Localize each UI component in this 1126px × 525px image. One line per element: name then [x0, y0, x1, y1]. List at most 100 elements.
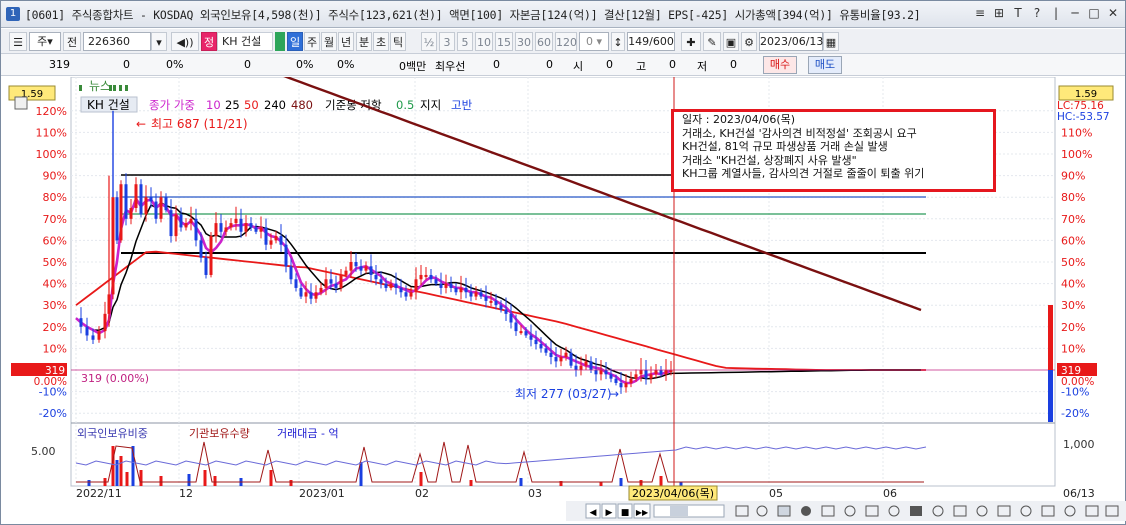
- interval-60[interactable]: 60: [535, 32, 553, 51]
- tool-draw-icon[interactable]: ✎: [703, 32, 721, 51]
- menu-icon[interactable]: ≡: [972, 5, 988, 22]
- right-badge-text: 1.59: [1075, 89, 1097, 100]
- volume-bar: [139, 470, 143, 486]
- news-marker: [79, 85, 82, 91]
- interval-5[interactable]: 5: [457, 32, 473, 51]
- stepper-icon[interactable]: ↕: [611, 32, 625, 51]
- grid-toggle-icon[interactable]: [14, 96, 28, 110]
- right-tick-label: 10%: [1061, 342, 1085, 355]
- candle-body: [519, 331, 523, 334]
- jeon-button[interactable]: 전: [63, 32, 81, 51]
- nav-first-label: ◀: [590, 508, 597, 518]
- code-search-icon[interactable]: ▾: [151, 32, 167, 51]
- news-label[interactable]: 뉴스: [89, 79, 111, 93]
- vol-legend-inst[interactable]: 기관보유수량: [189, 427, 250, 440]
- candle-body: [324, 279, 328, 288]
- candle-body: [614, 378, 618, 383]
- tool-save-icon[interactable]: ▣: [723, 32, 739, 51]
- toolbar-menu-icon[interactable]: ☰: [9, 32, 27, 51]
- candle-body: [564, 352, 568, 358]
- candle-body: [659, 370, 663, 375]
- candle-body: [419, 274, 423, 280]
- candle-body: [354, 262, 358, 267]
- title-bar: 1 [0601] 주식종합차트 - KOSDAQ 외국인보유[4,598(천)]…: [1, 1, 1125, 28]
- buy-button[interactable]: 매수: [763, 56, 797, 74]
- legend-base-value: 0.5: [396, 98, 414, 112]
- legend-ma-240: 240: [264, 98, 286, 112]
- settings-gear-icon[interactable]: ⚙: [741, 32, 757, 51]
- news-info-box: 일자 : 2023/04/06(목) 거래소, KH건설 '감사의견 비적정설'…: [671, 109, 996, 192]
- candle-body: [649, 374, 653, 379]
- quote-volume: 0: [244, 58, 251, 71]
- volume-bar: [519, 478, 523, 486]
- market-type-value: 주: [37, 35, 48, 48]
- date-label: 2022/11: [76, 487, 122, 500]
- candle-body: [554, 357, 558, 362]
- period-year[interactable]: 년: [338, 32, 354, 51]
- low-arrow: →: [609, 387, 619, 401]
- tool-crosshair-icon[interactable]: ✚: [681, 32, 701, 51]
- market-type-select[interactable]: 주▾: [29, 32, 61, 51]
- left-tick-label: 70%: [43, 213, 67, 226]
- candle-body: [339, 274, 343, 288]
- period-tick[interactable]: 틱: [390, 32, 406, 51]
- candle-body: [249, 223, 253, 228]
- tool-icon-4[interactable]: [801, 506, 811, 516]
- interval-15[interactable]: 15: [495, 32, 513, 51]
- volume-bar: [187, 474, 191, 486]
- right-tick-label: 30%: [1061, 299, 1085, 312]
- tool-icon-3[interactable]: [777, 505, 791, 517]
- vol-right-tick: 1,000: [1063, 438, 1095, 451]
- zoom-slider[interactable]: [653, 504, 725, 518]
- sell-button[interactable]: 매도: [808, 56, 842, 74]
- zoom-slider-thumb[interactable]: [670, 506, 688, 516]
- candle-body: [474, 292, 478, 297]
- minimize-icon[interactable]: ─: [1067, 5, 1083, 22]
- candle-body: [174, 214, 178, 237]
- layout-icon[interactable]: ⊞: [991, 5, 1007, 22]
- interval-10[interactable]: 10: [475, 32, 493, 51]
- stock-name-field: KH 건설: [217, 32, 273, 51]
- stock-code-input[interactable]: 226360: [83, 32, 151, 51]
- candle-body: [219, 223, 223, 232]
- speaker-icon[interactable]: ◀)): [171, 32, 199, 51]
- period-day[interactable]: 일: [287, 32, 303, 51]
- candle-body: [489, 300, 493, 303]
- news-marker: [109, 85, 112, 91]
- close-icon[interactable]: ✕: [1105, 5, 1121, 22]
- candle-body: [449, 283, 453, 288]
- vol-legend-foreign[interactable]: 외국인보유비중: [77, 427, 148, 440]
- maximize-icon[interactable]: □: [1086, 5, 1102, 22]
- period-minute[interactable]: 분: [356, 32, 372, 51]
- candle-body: [289, 266, 293, 280]
- interval-120[interactable]: 120: [555, 32, 577, 51]
- candle-body: [349, 262, 353, 271]
- period-week[interactable]: 주: [304, 32, 320, 51]
- left-tick-label: 110%: [36, 126, 67, 139]
- candle-body: [544, 348, 548, 353]
- high-annotation: 최고 687 (11/21): [151, 117, 248, 131]
- candle-body: [529, 335, 533, 340]
- tool-icon-9[interactable]: [910, 506, 922, 516]
- candle-body: [184, 223, 188, 228]
- text-icon[interactable]: T: [1010, 5, 1026, 22]
- candle-body: [434, 279, 438, 284]
- interval-3[interactable]: 3: [439, 32, 455, 51]
- help-icon[interactable]: ?: [1029, 5, 1045, 22]
- calendar-icon[interactable]: ▦: [823, 32, 839, 51]
- interval-half[interactable]: ½: [421, 32, 437, 51]
- legend-ma-480: 480: [291, 98, 313, 112]
- candle-body: [85, 326, 89, 336]
- period-month[interactable]: 월: [321, 32, 337, 51]
- candle-body: [594, 370, 598, 375]
- period-second[interactable]: 초: [373, 32, 389, 51]
- candle-body: [424, 274, 428, 277]
- interval-value-select[interactable]: 0 ▾: [579, 32, 609, 51]
- candle-body: [134, 184, 138, 208]
- date-input[interactable]: 2023/06/13: [759, 32, 823, 51]
- interval-30[interactable]: 30: [515, 32, 533, 51]
- candle-body: [119, 184, 123, 241]
- window-title: [0601] 주식종합차트 - KOSDAQ 외국인보유[4,598(천)] 주…: [25, 8, 921, 22]
- count-field[interactable]: 149/600: [627, 32, 675, 51]
- vol-legend-amount[interactable]: 거래대금 - 억: [277, 427, 339, 440]
